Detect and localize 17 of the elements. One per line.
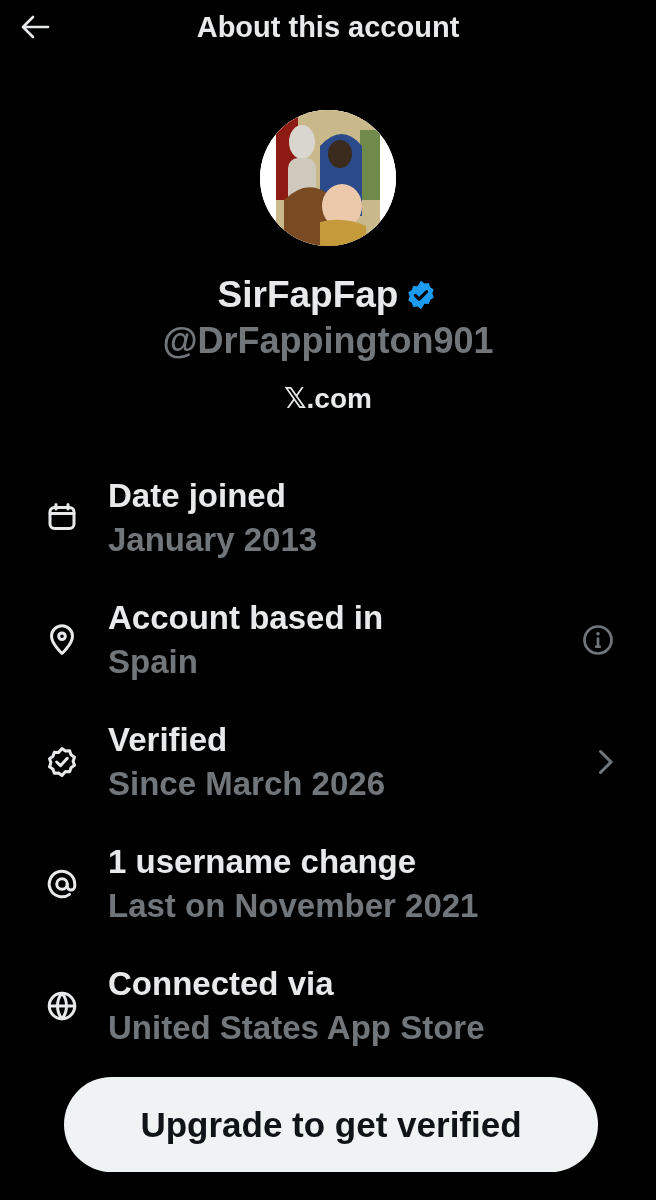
detail-label: Verified xyxy=(108,721,229,759)
username: @DrFappington901 xyxy=(162,320,494,362)
page-title: About this account xyxy=(196,10,460,44)
display-name: SirFapFap xyxy=(217,274,399,316)
detail-label: Connected via xyxy=(108,965,335,1003)
detail-value: Last on November 2021 xyxy=(108,887,480,925)
detail-value: United States App Store xyxy=(108,1009,486,1047)
detail-value: January 2013 xyxy=(108,521,319,559)
upgrade-button[interactable]: Upgrade to get verified xyxy=(64,1077,598,1172)
info-icon[interactable] xyxy=(580,622,616,658)
detail-label: 1 username change xyxy=(108,843,418,881)
detail-value: Since March 2026 xyxy=(108,765,386,803)
platform-name: 𝕏.com xyxy=(284,382,372,415)
back-arrow-icon xyxy=(20,15,50,39)
detail-value: Spain xyxy=(108,643,199,681)
detail-label: Account based in xyxy=(108,599,385,637)
detail-label: Date joined xyxy=(108,477,287,515)
